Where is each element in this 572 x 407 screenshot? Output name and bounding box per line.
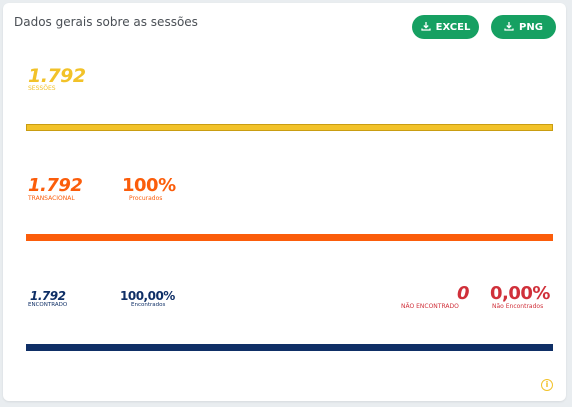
export-excel-button[interactable]: EXCEL [412,15,479,39]
export-excel-label: EXCEL [435,21,471,33]
transactional-value: 1.792 [28,175,83,196]
found-percent: 100,00% [120,289,175,303]
found-percent-label: Encontrados [131,302,166,308]
transactional-percent-label: Procurados [129,195,163,202]
export-png-label: PNG [519,21,543,33]
sessions-overview-card: Dados gerais sobre as sessões EXCEL PNG … [3,3,566,401]
sessions-label: SESSÕES [28,85,56,92]
transactional-percent: 100% [122,175,176,196]
info-icon[interactable]: i [541,379,553,391]
not-found-value: 0 [457,283,470,304]
not-found-percent-label: Não Encontrados [492,303,544,310]
found-bar [26,344,553,351]
not-found-percent: 0,00% [490,283,550,304]
found-value: 1.792 [30,289,66,303]
found-label: ENCONTRADO [28,302,68,308]
download-icon [420,21,431,34]
transactional-label: TRANSACIONAL [28,195,75,202]
export-png-button[interactable]: PNG [491,15,556,39]
not-found-label: NÃO ENCONTRADO [401,303,459,310]
transactional-bar [26,234,553,241]
sessions-bar [26,124,553,131]
download-icon [504,21,514,34]
sessions-value: 1.792 [28,65,86,87]
card-title: Dados gerais sobre as sessões [14,15,198,29]
